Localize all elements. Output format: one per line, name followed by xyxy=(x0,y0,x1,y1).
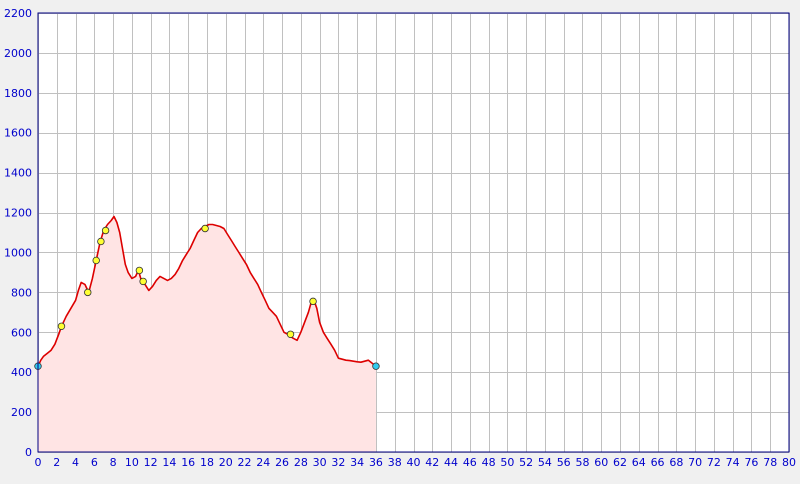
x-tick-label: 64 xyxy=(632,456,646,469)
y-tick-label: 400 xyxy=(11,366,32,379)
y-tick-label: 1400 xyxy=(4,167,32,180)
waypoint-marker xyxy=(97,237,105,246)
y-tick-label: 1200 xyxy=(4,207,32,220)
x-tick-label: 60 xyxy=(594,456,608,469)
x-tick-label: 4 xyxy=(72,456,79,469)
x-tick-label: 20 xyxy=(219,456,233,469)
x-tick-label: 10 xyxy=(125,456,139,469)
y-tick-label: 200 xyxy=(11,406,32,419)
y-tick-label: 2200 xyxy=(4,7,32,20)
y-tick-label: 1000 xyxy=(4,246,32,259)
y-tick-label: 1800 xyxy=(4,87,32,100)
waypoint-marker xyxy=(309,297,317,306)
x-tick-label: 8 xyxy=(110,456,117,469)
x-tick-label: 44 xyxy=(444,456,458,469)
x-tick-label: 40 xyxy=(407,456,421,469)
y-tick-label: 2000 xyxy=(4,47,32,60)
x-tick-label: 48 xyxy=(482,456,496,469)
x-axis-ticks: 0 2 4 6 8 10 12 14 16 18 20 22 24 26 28 30 32 34 36 38 40 42 4… xyxy=(35,456,797,469)
x-tick-label: 24 xyxy=(256,456,270,469)
x-tick-label: 0 xyxy=(35,456,42,469)
y-tick-label: 0 xyxy=(25,446,32,459)
x-tick-label: 56 xyxy=(557,456,571,469)
x-tick-label: 46 xyxy=(463,456,477,469)
y-tick-label: 600 xyxy=(11,326,32,339)
chart-svg: 0 2 4 6 8 10 12 14 16 18 20 22 24 26 28 30 32 34 36 38 40 42 4… xyxy=(0,0,800,480)
x-tick-label: 72 xyxy=(707,456,721,469)
elevation-chart: 0 2 4 6 8 10 12 14 16 18 20 22 24 26 28 30 32 34 36 38 40 42 4… xyxy=(0,0,800,480)
x-tick-label: 18 xyxy=(200,456,214,469)
endpoint-marker xyxy=(372,362,380,370)
x-tick-label: 62 xyxy=(613,456,627,469)
x-tick-label: 36 xyxy=(369,456,383,469)
x-tick-label: 78 xyxy=(763,456,777,469)
x-tick-label: 52 xyxy=(519,456,533,469)
x-tick-label: 6 xyxy=(91,456,98,469)
x-tick-label: 50 xyxy=(500,456,514,469)
waypoint-marker xyxy=(92,256,100,265)
waypoint-marker xyxy=(57,322,66,330)
x-tick-label: 66 xyxy=(651,456,665,469)
x-tick-label: 38 xyxy=(388,456,402,469)
x-tick-label: 58 xyxy=(575,456,589,469)
y-tick-label: 1600 xyxy=(4,127,32,140)
x-tick-label: 32 xyxy=(331,456,345,469)
x-tick-label: 12 xyxy=(144,456,158,469)
x-tick-label: 80 xyxy=(782,456,796,469)
waypoint-marker xyxy=(135,266,144,275)
x-tick-label: 70 xyxy=(688,456,702,469)
x-tick-label: 30 xyxy=(313,456,327,469)
waypoint-marker xyxy=(286,330,295,338)
x-tick-label: 14 xyxy=(162,456,176,469)
x-tick-label: 74 xyxy=(726,456,740,469)
x-tick-label: 28 xyxy=(294,456,308,469)
y-tick-label: 800 xyxy=(11,286,32,299)
x-tick-label: 54 xyxy=(538,456,552,469)
x-tick-label: 68 xyxy=(669,456,683,469)
waypoint-marker xyxy=(201,224,209,233)
waypoint-marker xyxy=(139,277,147,286)
x-tick-label: 42 xyxy=(425,456,439,469)
x-tick-label: 26 xyxy=(275,456,289,469)
x-tick-label: 76 xyxy=(744,456,758,469)
waypoint-marker xyxy=(101,226,110,235)
x-tick-label: 16 xyxy=(181,456,195,469)
waypoint-marker xyxy=(84,288,92,297)
x-tick-label: 22 xyxy=(238,456,252,469)
x-tick-label: 2 xyxy=(53,456,60,469)
x-tick-label: 34 xyxy=(350,456,364,469)
